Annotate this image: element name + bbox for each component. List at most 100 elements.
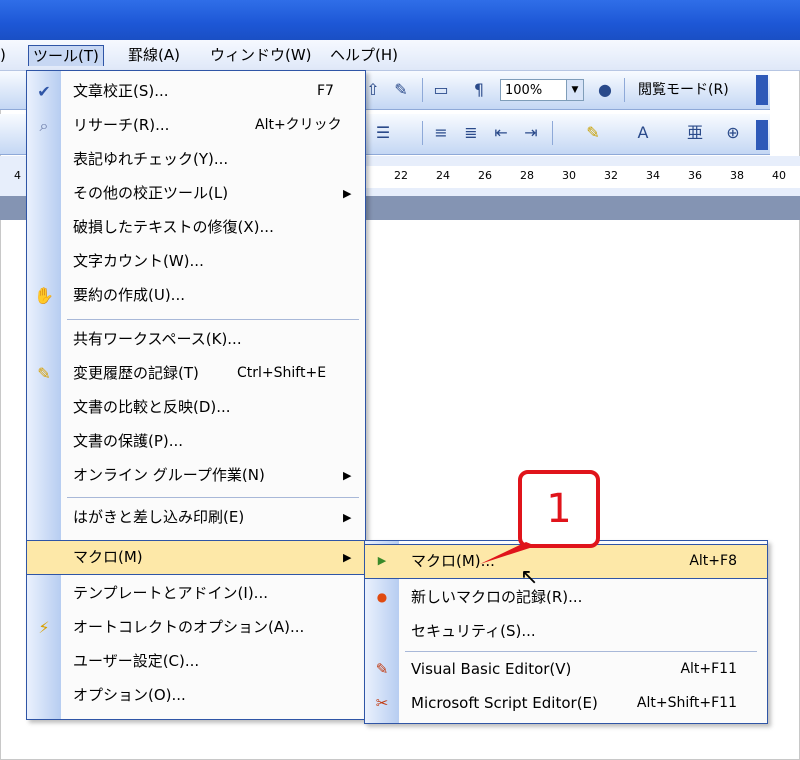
menu-item-track-changes[interactable]: ✎ 変更履歴の記録(T) Ctrl+Shift+E xyxy=(27,357,365,390)
decrease-indent-icon[interactable]: ⇤ xyxy=(490,122,512,144)
menu-item-label: セキュリティ(S)... xyxy=(411,622,536,640)
menu-item-repair-text[interactable]: 破損したテキストの修復(X)... xyxy=(27,211,365,244)
ruler-tick: 34 xyxy=(646,169,660,182)
menu-item-shortcut: Ctrl+Shift+E xyxy=(237,365,327,381)
menu-bar: ) ツール(T) 罫線(A) ウィンドウ(W) ヘルプ(H) xyxy=(0,40,800,71)
spelling-check-icon: ✔ xyxy=(37,82,51,101)
menu-window[interactable]: ウィンドウ(W) xyxy=(206,44,316,66)
macro-submenu: ▶ マクロ(M)... Alt+F8 ● 新しいマクロの記録(R)... セキュ… xyxy=(364,540,768,724)
menu-item-shortcut: Alt+クリック xyxy=(255,117,342,133)
menu-item-word-count[interactable]: 文字カウント(W)... xyxy=(27,245,365,278)
toolbar-separator xyxy=(422,121,423,145)
menu-item-macro[interactable]: マクロ(M) ▶ xyxy=(26,540,366,575)
menu-tools[interactable]: ツール(T) xyxy=(28,45,104,66)
menu-item-customize[interactable]: ユーザー設定(C)... xyxy=(27,645,365,678)
menu-divider xyxy=(67,497,359,498)
increase-indent-icon[interactable]: ⇥ xyxy=(520,122,542,144)
menu-item-label: Microsoft Script Editor(E) xyxy=(411,694,598,712)
menu-help[interactable]: ヘルプ(H) xyxy=(326,44,402,66)
ruler-tick: 24 xyxy=(436,169,450,182)
ruler-tick: 28 xyxy=(520,169,534,182)
menu-item-label: 破損したテキストの修復(X)... xyxy=(73,218,274,236)
menu-item-compare-merge[interactable]: 文書の比較と反映(D)... xyxy=(27,391,365,424)
menu-item-options[interactable]: オプション(O)... xyxy=(27,679,365,712)
toolbar-options-chevron[interactable] xyxy=(756,75,768,105)
chevron-down-icon[interactable]: ▼ xyxy=(566,80,583,100)
table-icon[interactable]: ✎ xyxy=(390,79,412,101)
tools-menu-dropdown: ✔ 文章校正(S)... F7 ⌕ リサーチ(R)... Alt+クリック 表記… xyxy=(26,70,366,720)
menu-item-label: マクロ(M) xyxy=(73,548,143,566)
title-bar xyxy=(0,0,800,40)
menu-item-spelling-grammar[interactable]: ✔ 文章校正(S)... F7 xyxy=(27,75,365,108)
menu-item-mail-merge[interactable]: はがきと差し込み印刷(E) ▶ xyxy=(27,501,365,534)
bullets-icon[interactable]: ≣ xyxy=(460,122,482,144)
ruler-tick: 30 xyxy=(562,169,576,182)
menu-item-shortcut: Alt+F11 xyxy=(680,661,737,677)
menu-item-label: 文書の保護(P)... xyxy=(73,432,184,450)
menu-item-label: ユーザー設定(C)... xyxy=(73,652,200,670)
menu-item-research[interactable]: ⌕ リサーチ(R)... Alt+クリック xyxy=(27,109,365,142)
submenu-item-security[interactable]: セキュリティ(S)... xyxy=(365,615,767,648)
record-icon: ● xyxy=(376,590,388,604)
menu-item-label: Visual Basic Editor(V) xyxy=(411,660,572,678)
menu-item-label: 共有ワークスペース(K)... xyxy=(73,330,242,348)
menu-item-label: 表記ゆれチェック(Y)... xyxy=(73,150,229,168)
menu-item-label: リサーチ(R)... xyxy=(73,116,170,134)
menu-item-label: オンライン グループ作業(N) xyxy=(73,466,265,484)
ruler-tick: 40 xyxy=(772,169,786,182)
menu-item-auto-summarize[interactable]: ✋ 要約の作成(U)... xyxy=(27,279,365,312)
menu-item-shortcut: F7 xyxy=(317,83,334,99)
mouse-cursor-icon: ↖ xyxy=(520,565,539,590)
menu-table[interactable]: 罫線(A) xyxy=(124,44,184,66)
submenu-item-macros[interactable]: ▶ マクロ(M)... Alt+F8 xyxy=(364,544,768,579)
menu-item-online-collaboration[interactable]: オンライン グループ作業(N) ▶ xyxy=(27,459,365,492)
menu-item-notation-check[interactable]: 表記ゆれチェック(Y)... xyxy=(27,143,365,176)
menu-item-shortcut: Alt+Shift+F11 xyxy=(636,695,737,711)
menu-item-label: オートコレクトのオプション(A)... xyxy=(73,618,305,636)
play-icon: ▶ xyxy=(377,554,387,567)
menu-divider xyxy=(67,319,359,320)
menu-item-label: オプション(O)... xyxy=(73,686,186,704)
enclose-characters-icon[interactable]: ⊕ xyxy=(722,122,744,144)
menu-item-protect-document[interactable]: 文書の保護(P)... xyxy=(27,425,365,458)
submenu-arrow-icon: ▶ xyxy=(343,187,352,200)
submenu-item-script-editor[interactable]: ✂ Microsoft Script Editor(E) Alt+Shift+F… xyxy=(365,687,767,720)
menu-item-label: 変更履歴の記録(T) xyxy=(73,364,199,382)
menu-item-label: 文章校正(S)... xyxy=(73,82,169,100)
toolbar-options-chevron[interactable] xyxy=(756,120,768,150)
menu-item-partial[interactable]: ) xyxy=(0,44,10,66)
submenu-arrow-icon: ▶ xyxy=(343,551,352,564)
ruler-tick: 26 xyxy=(478,169,492,182)
ruler-tick: 36 xyxy=(688,169,702,182)
font-color-icon[interactable]: A xyxy=(632,122,654,144)
toolbar-separator xyxy=(624,78,625,102)
highlight-icon[interactable]: ✎ xyxy=(582,122,604,144)
drawing-icon[interactable]: ▭ xyxy=(430,79,452,101)
phonetic-guide-icon[interactable]: 亜 xyxy=(684,122,706,144)
menu-item-shared-workspace[interactable]: 共有ワークスペース(K)... xyxy=(27,323,365,356)
submenu-arrow-icon: ▶ xyxy=(343,469,352,482)
ruler-tick: 4 xyxy=(14,169,21,182)
ruler-tick: 22 xyxy=(394,169,408,182)
menu-item-label: 文書の比較と反映(D)... xyxy=(73,398,231,416)
ruler-tick: 38 xyxy=(730,169,744,182)
summary-icon: ✋ xyxy=(34,286,54,305)
numbering-icon[interactable]: ≡ xyxy=(430,122,452,144)
menu-item-shortcut: Alt+F8 xyxy=(689,553,737,569)
paragraph-icon[interactable]: ¶ xyxy=(468,79,490,101)
zoom-select[interactable]: 100% ▼ xyxy=(500,79,584,101)
menu-item-label: 要約の作成(U)... xyxy=(73,286,185,304)
visual-basic-icon: ✎ xyxy=(375,660,389,678)
menu-item-label: 文字カウント(W)... xyxy=(73,252,204,270)
track-changes-icon: ✎ xyxy=(37,364,51,383)
menu-item-autocorrect-options[interactable]: ⚡ オートコレクトのオプション(A)... xyxy=(27,611,365,644)
help-icon[interactable]: ● xyxy=(594,79,616,101)
menu-item-templates-addins[interactable]: テンプレートとアドイン(I)... xyxy=(27,577,365,610)
toolbar-separator xyxy=(552,121,553,145)
line-spacing-icon[interactable]: ☰ xyxy=(372,122,394,144)
menu-divider xyxy=(405,651,757,652)
submenu-item-visual-basic-editor[interactable]: ✎ Visual Basic Editor(V) Alt+F11 xyxy=(365,653,767,686)
menu-item-other-proofing-tools[interactable]: その他の校正ツール(L) ▶ xyxy=(27,177,365,210)
submenu-item-record-macro[interactable]: ● 新しいマクロの記録(R)... xyxy=(365,581,767,614)
read-mode-button[interactable]: 閲覧モード(R) xyxy=(634,79,733,101)
